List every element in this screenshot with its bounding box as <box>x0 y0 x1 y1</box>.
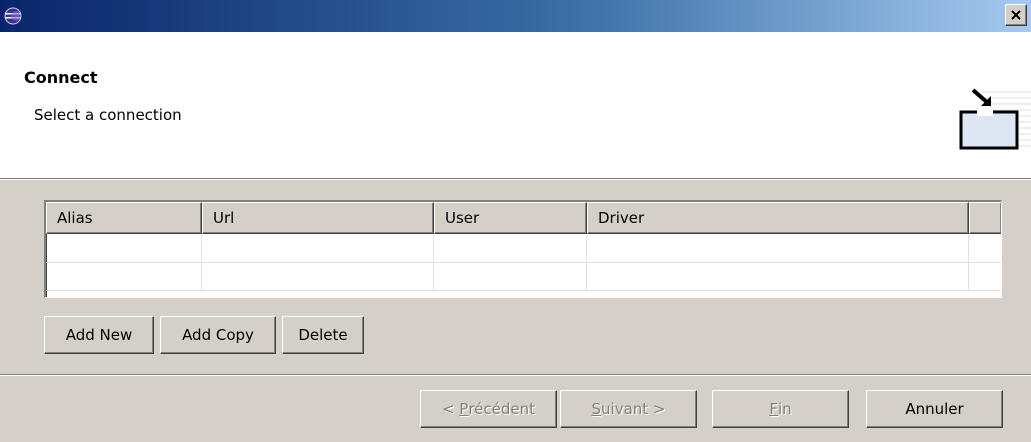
finish-button-mnemonic: F <box>769 400 778 418</box>
table-row[interactable] <box>46 263 1001 291</box>
add-copy-button[interactable]: Add Copy <box>160 316 276 354</box>
column-header-alias[interactable]: Alias <box>46 202 202 234</box>
back-button-mnemonic: P <box>459 400 469 418</box>
table-header: Alias Url User Driver <box>46 202 1001 234</box>
add-new-button[interactable]: Add New <box>44 316 154 354</box>
cancel-button[interactable]: Annuler <box>866 390 1003 428</box>
finish-button[interactable]: Fin <box>712 390 849 428</box>
column-header-filler <box>969 202 1001 234</box>
delete-button[interactable]: Delete <box>282 316 364 354</box>
page-description: Select a connection <box>34 106 182 124</box>
connect-wizard-icon <box>959 88 1031 150</box>
back-button-prefix: < <box>441 400 460 418</box>
finish-button-label: in <box>777 400 792 418</box>
connections-table[interactable]: Alias Url User Driver <box>44 200 1002 298</box>
table-cell <box>434 235 587 262</box>
table-cell <box>202 235 434 262</box>
page-title: Connect <box>24 68 98 87</box>
table-cell <box>46 263 202 290</box>
column-header-url[interactable]: Url <box>202 202 434 234</box>
title-bar <box>0 0 1031 32</box>
footer-separator <box>0 374 1031 376</box>
eclipse-icon <box>4 7 22 25</box>
column-header-driver[interactable]: Driver <box>587 202 969 234</box>
table-cell <box>587 263 969 290</box>
close-button[interactable] <box>1005 4 1027 26</box>
next-button[interactable]: Suivant > <box>560 390 697 428</box>
back-button-label: récédent <box>468 400 536 418</box>
wizard-header: Connect Select a connection <box>0 32 1031 178</box>
header-separator <box>0 178 1031 180</box>
table-cell <box>202 263 434 290</box>
table-row[interactable] <box>46 235 1001 263</box>
column-header-user[interactable]: User <box>434 202 587 234</box>
back-button[interactable]: < Précédent <box>420 390 557 428</box>
close-icon <box>1011 10 1021 20</box>
next-button-label: uivant > <box>601 400 666 418</box>
table-cell <box>46 235 202 262</box>
table-cell <box>587 235 969 262</box>
next-button-mnemonic: S <box>591 400 602 418</box>
table-cell <box>434 263 587 290</box>
